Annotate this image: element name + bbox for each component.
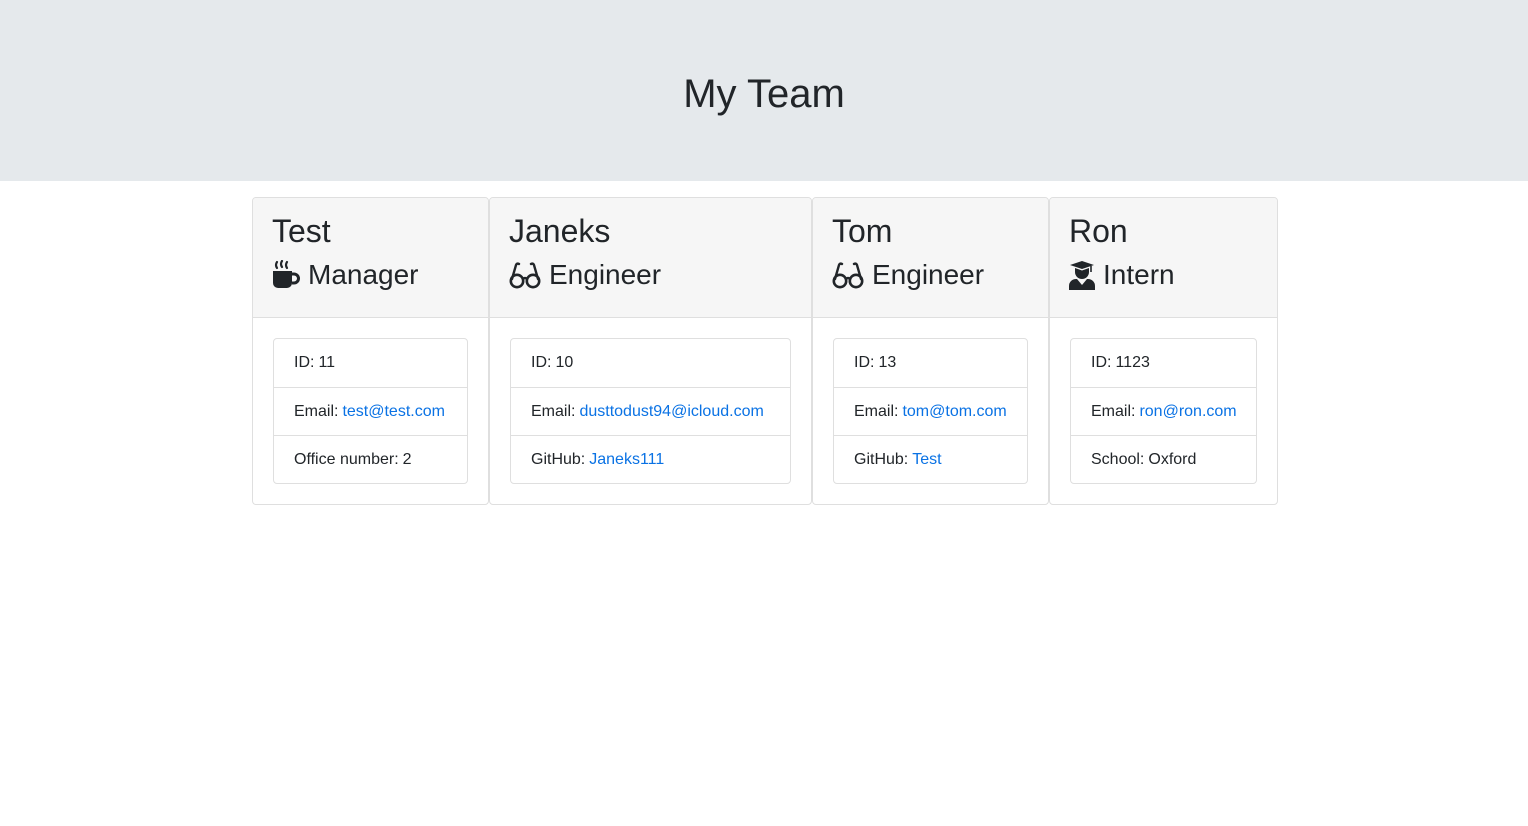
email-label: Email: <box>1091 402 1136 420</box>
email-row: Email: ron@ron.com <box>1071 387 1256 435</box>
employee-details: ID: 13 Email: tom@tom.com GitHub: Test <box>833 338 1028 484</box>
team-cards: Test Manager ID: 11 Email: test@test.com… <box>252 197 1278 507</box>
id-row: ID: 10 <box>511 339 790 387</box>
employee-role: Intern <box>1069 258 1258 292</box>
github-link[interactable]: Test <box>912 451 941 469</box>
page-title: My Team <box>683 72 845 116</box>
school-row: School: Oxford <box>1071 435 1256 483</box>
office-number-row: Office number: 2 <box>274 435 467 483</box>
employee-details: ID: 10 Email: dusttodust94@icloud.com Gi… <box>510 338 791 484</box>
card-header: Test Manager <box>253 198 488 318</box>
email-label: Email: <box>531 402 576 420</box>
card-body: ID: 10 Email: dusttodust94@icloud.com Gi… <box>490 318 811 504</box>
github-label: GitHub: <box>531 450 586 468</box>
email-label: Email: <box>854 402 899 420</box>
github-row: GitHub: Test <box>834 435 1027 483</box>
card-body: ID: 11 Email: test@test.com Office numbe… <box>253 318 488 504</box>
mug-icon <box>273 260 300 288</box>
page-header: My Team <box>0 0 1528 181</box>
id-value: 13 <box>878 354 897 371</box>
email-link[interactable]: tom@tom.com <box>902 403 1006 421</box>
github-label: GitHub: <box>854 450 909 468</box>
glasses-icon <box>509 262 541 289</box>
employee-card-engineer: Tom Engineer ID: 13 Email: tom@tom.com G… <box>812 197 1049 505</box>
github-link[interactable]: Janeks111 <box>589 451 664 469</box>
employee-name: Tom <box>832 213 893 249</box>
id-row: ID: 13 <box>834 339 1027 387</box>
card-header: Ron Intern <box>1050 198 1277 318</box>
email-link[interactable]: test@test.com <box>342 403 445 421</box>
employee-card-intern: Ron Intern ID: 1123 Email: ron@ron.com S… <box>1049 197 1278 505</box>
employee-role: Manager <box>272 258 469 292</box>
github-row: GitHub: Janeks111 <box>511 435 790 483</box>
email-link[interactable]: dusttodust94@icloud.com <box>579 403 763 421</box>
email-row: Email: tom@tom.com <box>834 387 1027 435</box>
employee-card-manager: Test Manager ID: 11 Email: test@test.com… <box>252 197 489 505</box>
card-body: ID: 13 Email: tom@tom.com GitHub: Test <box>813 318 1048 504</box>
school-label: School: <box>1091 450 1145 468</box>
email-label: Email: <box>294 402 339 420</box>
office-number-label: Office number: <box>294 450 399 468</box>
glasses-icon <box>832 262 864 289</box>
id-value: 10 <box>555 354 574 371</box>
role-label: Intern <box>1103 259 1175 290</box>
employee-details: ID: 1123 Email: ron@ron.com School: Oxfo… <box>1070 338 1257 484</box>
role-label: Manager <box>308 259 419 290</box>
id-value: 11 <box>318 354 336 371</box>
id-label: ID: <box>294 354 315 371</box>
role-label: Engineer <box>549 259 662 290</box>
card-body: ID: 1123 Email: ron@ron.com School: Oxfo… <box>1050 318 1277 504</box>
card-header: Janeks Engineer <box>490 198 811 318</box>
employee-details: ID: 11 Email: test@test.com Office numbe… <box>273 338 468 484</box>
graduate-icon <box>1069 261 1095 290</box>
employee-name: Test <box>272 213 331 249</box>
employee-role: Engineer <box>509 258 792 292</box>
email-link[interactable]: ron@ron.com <box>1139 403 1236 421</box>
employee-role: Engineer <box>832 258 1029 292</box>
card-header: Tom Engineer <box>813 198 1048 318</box>
employee-name: Ron <box>1069 213 1128 249</box>
email-row: Email: test@test.com <box>274 387 467 435</box>
school-value: Oxford <box>1148 450 1197 468</box>
employee-card-engineer: Janeks Engineer ID: 10 Email: dusttodust… <box>489 197 812 505</box>
id-row: ID: 1123 <box>1071 339 1256 387</box>
id-label: ID: <box>854 354 875 371</box>
id-value: 1123 <box>1115 354 1150 371</box>
id-label: ID: <box>531 354 552 371</box>
id-label: ID: <box>1091 354 1112 371</box>
employee-name: Janeks <box>509 213 611 249</box>
id-row: ID: 11 <box>274 339 467 387</box>
email-row: Email: dusttodust94@icloud.com <box>511 387 790 435</box>
role-label: Engineer <box>872 259 985 290</box>
office-number-value: 2 <box>402 450 412 468</box>
